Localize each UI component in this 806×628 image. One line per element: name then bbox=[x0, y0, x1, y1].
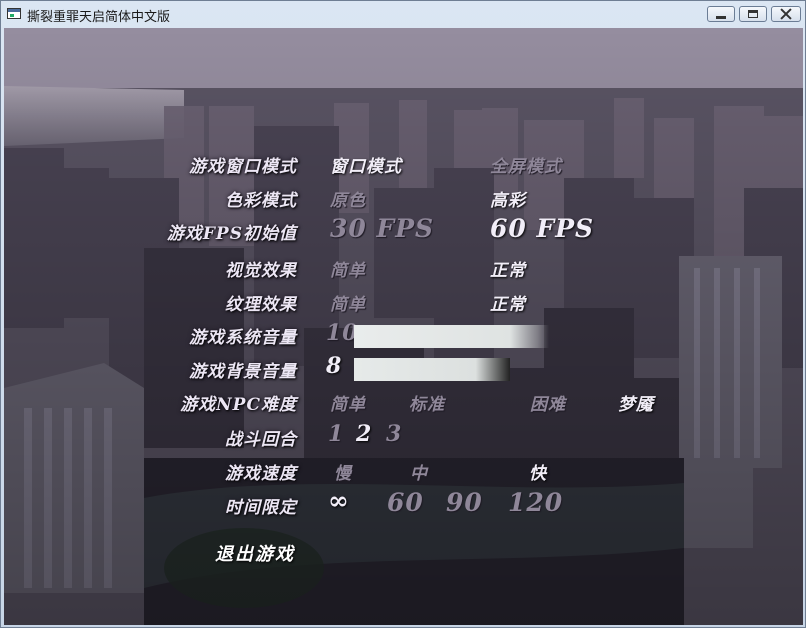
color-mode-option-original[interactable]: 原色 bbox=[330, 186, 366, 211]
time-option-infinite[interactable]: ∞ bbox=[328, 486, 350, 515]
close-button[interactable] bbox=[771, 6, 801, 22]
close-icon bbox=[780, 8, 792, 20]
visual-option-simple[interactable]: 简单 bbox=[330, 256, 366, 281]
time-option-120[interactable]: 120 bbox=[508, 488, 563, 517]
fps-option-60[interactable]: 60 FPS bbox=[490, 214, 594, 243]
exit-game-button[interactable]: 退出游戏 bbox=[215, 540, 295, 566]
fps-label: 游戏FPS初始值 bbox=[166, 224, 297, 244]
bg-volume-value: 8 bbox=[326, 353, 343, 379]
speed-option-fast[interactable]: 快 bbox=[529, 459, 547, 484]
maximize-icon bbox=[748, 10, 758, 18]
rounds-option-2[interactable]: 2 bbox=[356, 421, 372, 447]
rounds-option-1[interactable]: 1 bbox=[328, 421, 344, 447]
speed-label: 游戏速度 bbox=[225, 464, 297, 484]
maximize-button[interactable] bbox=[739, 6, 767, 22]
speed-option-slow[interactable]: 慢 bbox=[334, 459, 352, 484]
rounds-option-3[interactable]: 3 bbox=[386, 421, 402, 447]
window-mode-option-windowed[interactable]: 窗口模式 bbox=[330, 152, 402, 177]
color-mode-label: 色彩模式 bbox=[225, 191, 297, 211]
fps-option-30[interactable]: 30 FPS bbox=[330, 214, 434, 243]
bg-volume-label: 游戏背景音量 bbox=[189, 362, 297, 382]
game-viewport: 游戏窗口模式 窗口模式 全屏模式 色彩模式 原色 高彩 游戏FPS初始值 30 … bbox=[4, 28, 803, 625]
texture-option-normal[interactable]: 正常 bbox=[490, 290, 526, 315]
window-mode-option-fullscreen[interactable]: 全屏模式 bbox=[490, 152, 562, 177]
rounds-label: 战斗回合 bbox=[225, 430, 297, 450]
window-mode-label: 游戏窗口模式 bbox=[189, 157, 297, 177]
bg-volume-slider[interactable] bbox=[354, 358, 510, 381]
npc-difficulty-label: 游戏NPC难度 bbox=[180, 395, 297, 415]
app-icon[interactable] bbox=[7, 8, 21, 19]
color-mode-option-high[interactable]: 高彩 bbox=[490, 186, 526, 211]
texture-option-simple[interactable]: 简单 bbox=[330, 290, 366, 315]
system-volume-label: 游戏系统音量 bbox=[189, 328, 297, 348]
time-option-90[interactable]: 90 bbox=[446, 488, 483, 517]
npc-option-hard[interactable]: 困难 bbox=[530, 390, 566, 415]
minimize-button[interactable] bbox=[707, 6, 735, 22]
game-window: 撕裂重罪天启简体中文版 游戏窗口模式 窗口模式 全屏模式 色彩模式 原色 高彩 … bbox=[0, 0, 806, 628]
time-limit-label: 时间限定 bbox=[225, 498, 297, 518]
npc-option-standard[interactable]: 标准 bbox=[409, 390, 445, 415]
system-volume-slider[interactable] bbox=[354, 325, 549, 348]
visual-label: 视觉效果 bbox=[225, 261, 297, 281]
minimize-icon bbox=[716, 15, 726, 19]
options-menu: 游戏窗口模式 窗口模式 全屏模式 色彩模式 原色 高彩 游戏FPS初始值 30 … bbox=[4, 28, 803, 625]
npc-option-nightmare[interactable]: 梦魇 bbox=[618, 390, 654, 415]
window-title: 撕裂重罪天启简体中文版 bbox=[27, 10, 171, 25]
title-bar[interactable]: 撕裂重罪天启简体中文版 bbox=[1, 1, 805, 28]
npc-option-simple[interactable]: 简单 bbox=[330, 390, 366, 415]
speed-option-medium[interactable]: 中 bbox=[410, 459, 428, 484]
visual-option-normal[interactable]: 正常 bbox=[490, 256, 526, 281]
texture-label: 纹理效果 bbox=[225, 295, 297, 315]
time-option-60[interactable]: 60 bbox=[387, 488, 424, 517]
